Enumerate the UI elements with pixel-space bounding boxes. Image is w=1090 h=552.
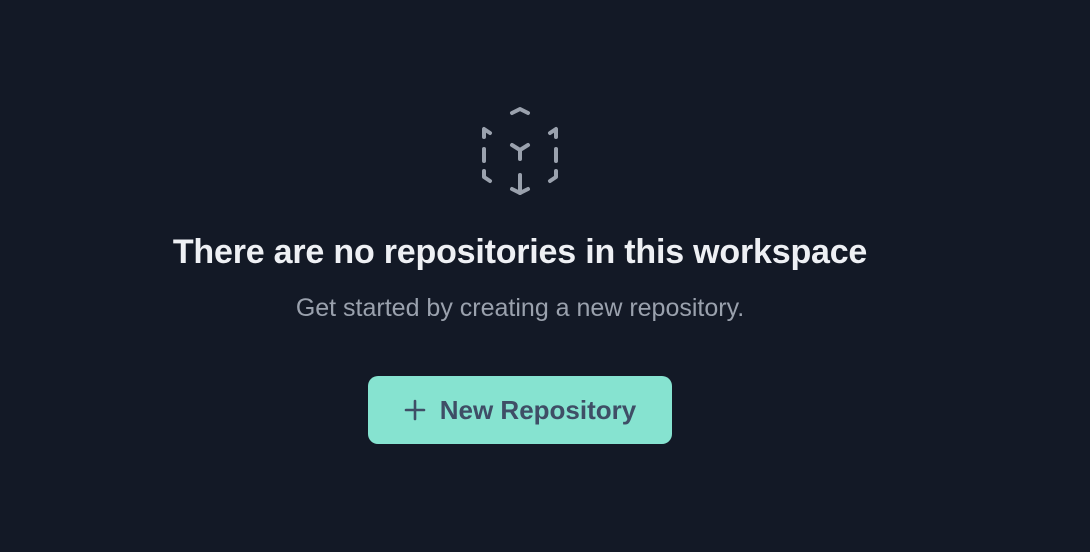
cube-outline-icon <box>476 105 564 199</box>
empty-state: There are no repositories in this worksp… <box>0 0 1040 552</box>
plus-icon <box>404 399 426 421</box>
new-repository-button-label: New Repository <box>439 395 637 425</box>
empty-state-subtitle: Get started by creating a new repository… <box>295 294 745 322</box>
empty-state-title: There are no repositories in this worksp… <box>172 233 868 271</box>
new-repository-button[interactable]: New Repository <box>368 376 672 444</box>
